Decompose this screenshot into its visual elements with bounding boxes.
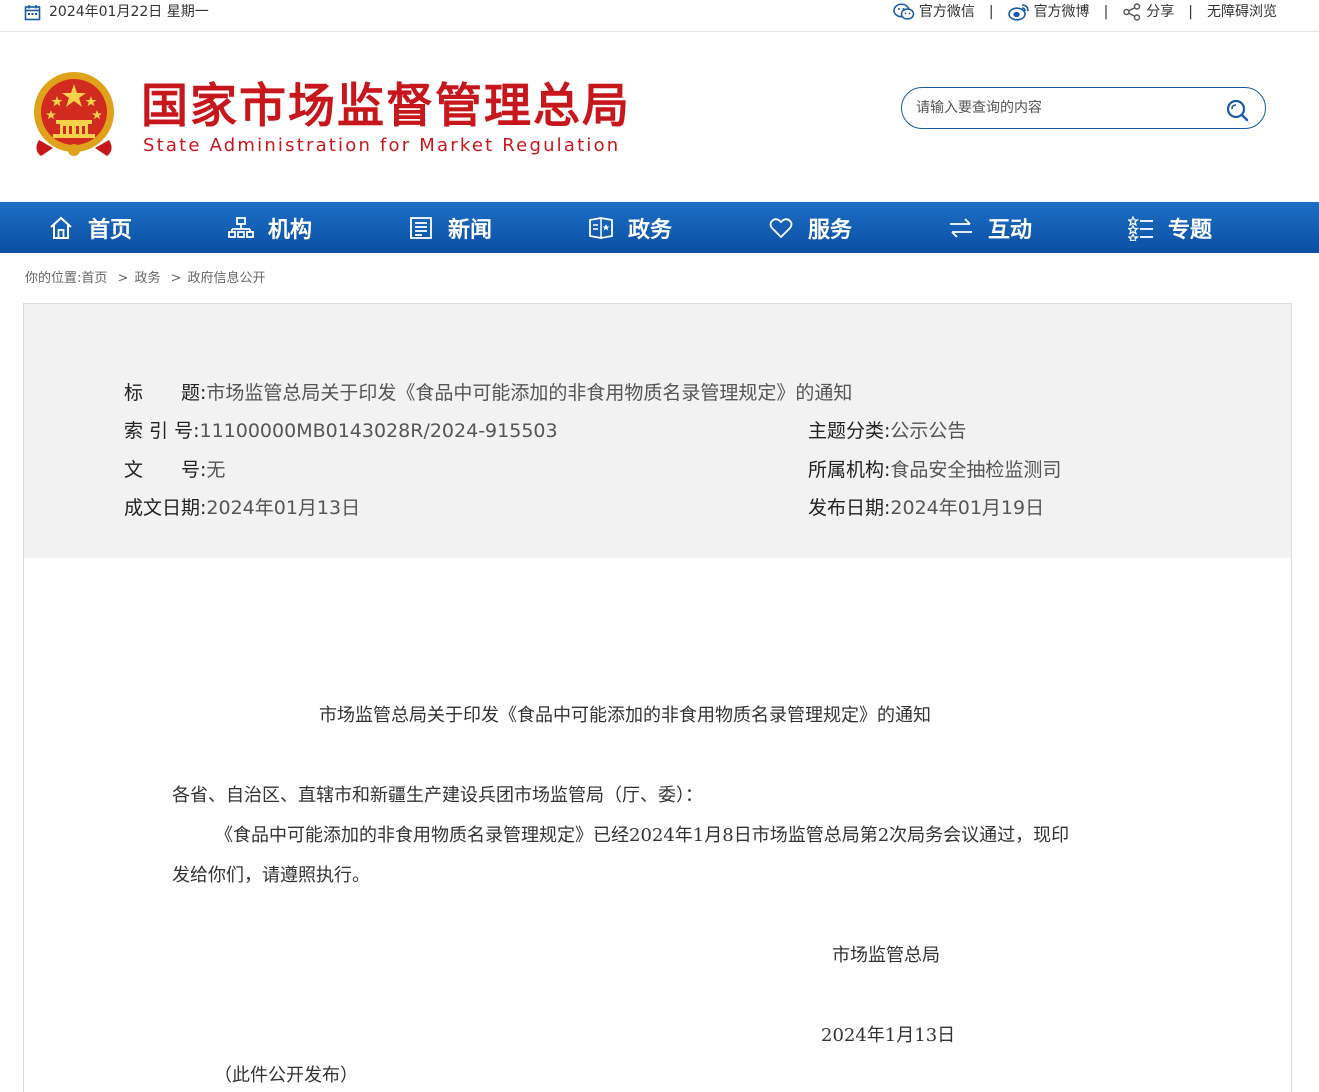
- breadcrumb-prefix: 你的位置:: [25, 271, 82, 286]
- nav-label: 机构: [268, 217, 313, 243]
- site-title-english: State Administration for Market Regulati…: [143, 135, 621, 156]
- document-paragraph-line-1: 《食品中可能添加的非食用物质名录管理规定》已经2024年1月8日市场监管总局第2…: [215, 825, 1070, 846]
- top-links: 官方微信 | 官方微博 | 分享 | 无障碍浏览: [893, 3, 1277, 21]
- weibo-link[interactable]: 官方微博: [1007, 3, 1090, 21]
- wechat-link[interactable]: 官方微信: [893, 3, 975, 21]
- breadcrumb-separator: >: [170, 271, 182, 286]
- divider: |: [988, 4, 994, 20]
- weibo-icon: [1007, 4, 1029, 21]
- nav-item-home[interactable]: 首页: [48, 202, 132, 253]
- nav-label: 新闻: [448, 217, 493, 243]
- document-salutation: 各省、自治区、直辖市和新疆生产建设兵团市场监管局（厅、委）：: [172, 785, 703, 806]
- nav-item-government-affairs[interactable]: 政务: [588, 202, 672, 253]
- meta-title-label: 标 题:: [124, 382, 207, 404]
- breadcrumb-separator: >: [117, 271, 129, 286]
- top-bar: 2024年01月22日 星期一 官方微信 | 官方微博 | 分享 | 无障碍浏览: [0, 0, 1319, 32]
- org-chart-icon: [228, 216, 254, 238]
- meta-category-value: 公示公告: [890, 420, 967, 442]
- accessible-label: 无障碍浏览: [1207, 4, 1277, 20]
- nav-label: 服务: [808, 217, 853, 243]
- search-box: [901, 87, 1266, 129]
- breadcrumb-info-disclosure[interactable]: 政府信息公开: [188, 271, 266, 286]
- meta-docno-value: 无: [206, 459, 226, 481]
- current-date: 2024年01月22日 星期一: [24, 3, 209, 21]
- news-icon: [410, 216, 432, 239]
- nav-label: 专题: [1168, 217, 1213, 243]
- nav-label: 首页: [88, 217, 133, 243]
- accessible-browsing-link[interactable]: 无障碍浏览: [1207, 3, 1277, 21]
- share-icon: [1123, 3, 1141, 21]
- date-text: 2024年01月22日 星期一: [49, 4, 209, 20]
- breadcrumb: 你的位置:首页 > 政务 > 政府信息公开: [25, 270, 266, 288]
- meta-written-date-value: 2024年01月13日: [206, 497, 361, 519]
- document-date: 2024年1月13日: [821, 1025, 956, 1046]
- meta-docno-row: 文 号:无: [124, 457, 225, 483]
- meta-category-row: 主题分类:公示公告: [808, 418, 966, 444]
- nav-label: 互动: [988, 217, 1033, 243]
- divider: |: [1188, 4, 1193, 20]
- meta-index-row: 索 引 号:11100000MB0143028R/2024-915503: [124, 418, 558, 444]
- meta-org-row: 所属机构:食品安全抽检监测司: [808, 457, 1061, 483]
- topics-icon: [1128, 214, 1153, 241]
- document-body: 市场监管总局关于印发《食品中可能添加的非食用物质名录管理规定》的通知 各省、自治…: [23, 558, 1292, 1092]
- search-input[interactable]: [916, 96, 1216, 120]
- nav-item-topics[interactable]: 专题: [1128, 202, 1212, 253]
- meta-title-row: 标 题:市场监管总局关于印发《食品中可能添加的非食用物质名录管理规定》的通知: [124, 380, 852, 406]
- nav-item-news[interactable]: 新闻: [408, 202, 492, 253]
- meta-written-date-row: 成文日期:2024年01月13日: [124, 495, 360, 521]
- nav-item-organization[interactable]: 机构: [228, 202, 312, 253]
- share-label: 分享: [1146, 4, 1175, 20]
- nav-label: 政务: [628, 217, 673, 243]
- nav-item-interaction[interactable]: 互动: [948, 202, 1032, 253]
- main-nav: 首页 机构 新闻 政务 服务 互动 专题: [0, 202, 1319, 253]
- home-icon: [50, 216, 72, 239]
- breadcrumb-government-affairs[interactable]: 政务: [134, 271, 160, 286]
- meta-published-date-row: 发布日期:2024年01月19日: [808, 495, 1044, 521]
- meta-docno-label: 文 号:: [124, 459, 207, 481]
- site-title-chinese: 国家市场监督管理总局: [141, 79, 631, 134]
- meta-title-value: 市场监管总局关于印发《食品中可能添加的非食用物质名录管理规定》的通知: [206, 382, 853, 404]
- divider: |: [1103, 4, 1109, 20]
- meta-org-label: 所属机构:: [808, 459, 891, 481]
- exchange-icon: [950, 217, 972, 238]
- meta-index-value: 11100000MB0143028R/2024-915503: [199, 420, 558, 442]
- document-heading: 市场监管总局关于印发《食品中可能添加的非食用物质名录管理规定》的通知: [319, 705, 931, 726]
- national-emblem-icon[interactable]: [29, 70, 119, 162]
- heart-icon: [769, 217, 793, 238]
- meta-published-date-value: 2024年01月19日: [890, 497, 1045, 519]
- wechat-label: 官方微信: [918, 4, 975, 20]
- meta-written-date-label: 成文日期:: [124, 497, 207, 519]
- calendar-icon: [24, 4, 41, 20]
- site-header: 国家市场监督管理总局 State Administration for Mark…: [0, 33, 1319, 202]
- wechat-icon: [893, 3, 915, 20]
- document-paragraph-line-2: 发给你们，请遵照执行。: [172, 865, 370, 886]
- meta-category-label: 主题分类:: [808, 420, 891, 442]
- document-metadata: 标 题:市场监管总局关于印发《食品中可能添加的非食用物质名录管理规定》的通知 索…: [23, 303, 1292, 559]
- search-icon[interactable]: [1225, 98, 1249, 122]
- breadcrumb-home[interactable]: 首页: [81, 271, 107, 286]
- government-affairs-icon: [589, 216, 613, 239]
- meta-published-date-label: 发布日期:: [808, 497, 891, 519]
- nav-item-services[interactable]: 服务: [768, 202, 852, 253]
- document-note: （此件公开发布）: [214, 1065, 358, 1086]
- document-signature: 市场监管总局: [832, 945, 940, 966]
- meta-index-label: 索 引 号:: [124, 420, 200, 442]
- weibo-label: 官方微博: [1033, 4, 1090, 20]
- meta-org-value: 食品安全抽检监测司: [890, 459, 1062, 481]
- share-link[interactable]: 分享: [1122, 3, 1174, 21]
